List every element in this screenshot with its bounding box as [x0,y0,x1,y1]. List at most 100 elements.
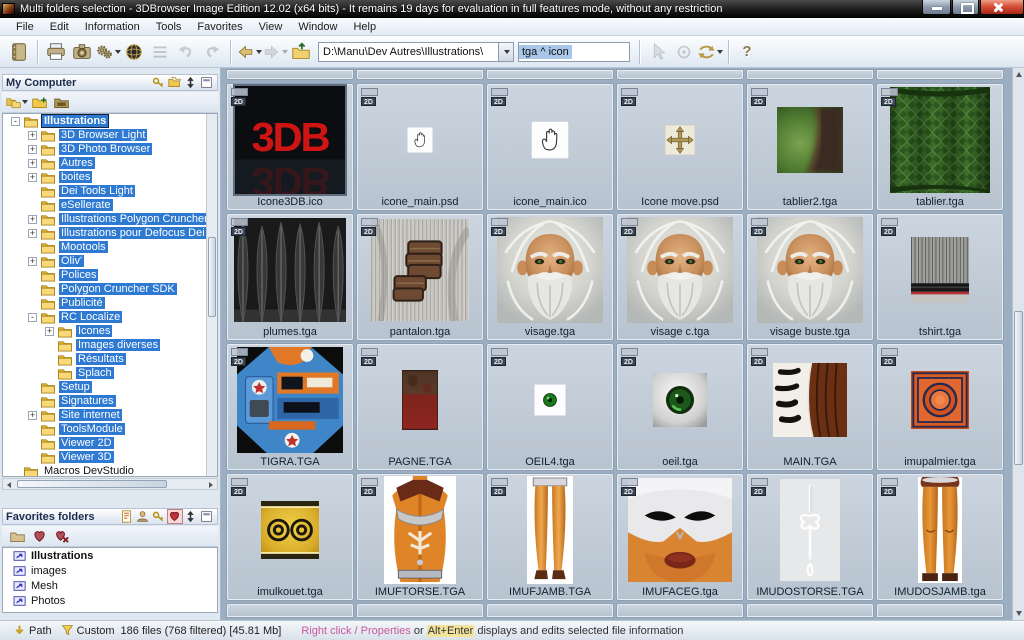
folders-icon[interactable] [168,76,182,89]
album-button[interactable] [6,39,32,65]
content-vertical-scrollbar[interactable] [1012,68,1024,620]
maximize-button[interactable] [952,0,979,15]
favorite-item-label[interactable]: Photos [31,595,65,607]
favorites-folder-button[interactable] [6,527,28,546]
file-name-label[interactable]: imupalmier.tga [878,456,1002,468]
menu-tools[interactable]: Tools [148,20,190,34]
file-name-label[interactable]: IMUDOSTORSE.TGA [748,586,872,598]
file-cell-tigra-tga[interactable]: 2DTIGRA.TGA [227,344,353,470]
tree-item-label[interactable]: eSellerate [59,199,113,211]
file-name-label[interactable]: icone_main.psd [358,196,482,208]
collapse-panel-icon[interactable] [200,510,214,523]
tree-item-label[interactable]: Résultats [76,353,126,365]
tree-item-splach[interactable]: Splach [3,366,217,380]
tree-expander-icon[interactable]: + [28,145,37,154]
minimize-button[interactable] [922,0,951,15]
tree-item-label[interactable]: Setup [59,381,92,393]
file-name-label[interactable]: visage c.tga [618,326,742,338]
file-cell-tablier-tga[interactable]: 2Dtablier.tga [877,84,1003,210]
file-name-label[interactable]: OEIL4.tga [488,456,612,468]
collapse-panel-icon[interactable] [200,76,214,89]
tree-item-label[interactable]: Viewer 3D [59,451,114,463]
tree-item-label[interactable]: ToolsModule [59,423,125,435]
new-folder-button[interactable] [28,93,50,112]
tree-item-label[interactable]: boites [59,171,92,183]
updown-arrows-icon[interactable] [184,510,198,523]
tree-expander-icon[interactable]: + [28,257,37,266]
address-combobox[interactable]: D:\Manu\Dev Autres\Illustrations\ [318,42,514,62]
file-cell-visage-buste-tga[interactable]: 2Dvisage buste.tga [747,214,873,340]
file-cell-tablier2-tga[interactable]: 2Dtablier2.tga [747,84,873,210]
tree-expander-icon[interactable]: + [28,215,37,224]
file-cell-imulkouet-tga[interactable]: 2Dimulkouet.tga [227,474,353,600]
tree-item-label[interactable]: Macros DevStudio [42,465,136,477]
tree-item-label[interactable]: Illustrations pour Defocus Dei [59,227,207,239]
file-cell-imufjamb-tga[interactable]: 2DIMUFJAMB.TGA [487,474,613,600]
file-cell-oeil4-tga[interactable]: 2DOEIL4.tga [487,344,613,470]
add-favorite-button[interactable] [28,527,50,546]
file-name-label[interactable]: IMUDOSJAMB.tga [878,586,1002,598]
tree-item-oliv[interactable]: +Oliv' [3,254,217,268]
file-cell-imupalmier-tga[interactable]: 2Dimupalmier.tga [877,344,1003,470]
tree-item-label[interactable]: Images diverses [76,339,160,351]
tree-item-icones[interactable]: +Icones [3,324,217,338]
tree-item-boites[interactable]: +boites [3,170,217,184]
browse-folder-button[interactable] [50,93,72,112]
file-name-label[interactable]: visage buste.tga [748,326,872,338]
tree-item-r-sultats[interactable]: Résultats [3,352,217,366]
favorite-item-mesh[interactable]: Mesh [3,578,217,593]
swap-compare-button[interactable] [697,39,723,65]
file-cell-tshirt-tga[interactable]: 2Dtshirt.tga [877,214,1003,340]
close-button[interactable] [980,0,1024,15]
tree-item-illustrations[interactable]: -Illustrations [3,114,217,128]
file-name-label[interactable]: icone_main.ico [488,196,612,208]
remove-favorite-button[interactable] [50,527,72,546]
file-name-label[interactable]: MAIN.TGA [748,456,872,468]
menu-file[interactable]: File [8,20,42,34]
tree-item-label[interactable]: Mootools [59,241,108,253]
tree-item-illustrations-polygon-cruncher[interactable]: +Illustrations Polygon Cruncher [3,212,217,226]
file-name-label[interactable]: IMUFTORSE.TGA [358,586,482,598]
file-cell-imudosjamb-tga[interactable]: 2DIMUDOSJAMB.tga [877,474,1003,600]
capture-button[interactable] [69,39,95,65]
tree-item-esellerate[interactable]: eSellerate [3,198,217,212]
menu-favorites[interactable]: Favorites [189,20,250,34]
file-cell-icone-move-psd[interactable]: 2DIcone move.psd [617,84,743,210]
print-button[interactable] [43,39,69,65]
filter-input[interactable]: tga ^ icon [518,42,630,62]
favorite-item-photos[interactable]: Photos [3,593,217,608]
file-cell-plumes-tga[interactable]: 2Dplumes.tga [227,214,353,340]
tree-expander-icon[interactable]: + [28,131,37,140]
status-path-label[interactable]: Path [29,625,52,637]
key-icon[interactable] [152,510,166,523]
tree-item-label[interactable]: Autres [59,157,95,169]
tree-expander-icon[interactable]: + [28,411,37,420]
favorite-item-label[interactable]: Mesh [31,580,58,592]
file-name-label[interactable]: Icone move.psd [618,196,742,208]
file-cell-imuftorse-tga[interactable]: 2DIMUFTORSE.TGA [357,474,483,600]
file-cell-imufaceg-tga[interactable]: 2DIMUFACEG.tga [617,474,743,600]
file-name-label[interactable]: tshirt.tga [878,326,1002,338]
favorite-item-label[interactable]: images [31,565,66,577]
file-cell-visage-tga[interactable]: 2Dvisage.tga [487,214,613,340]
swap-caret-icon[interactable] [717,50,723,54]
tree-item-label[interactable]: Signatures [59,395,116,407]
menu-view[interactable]: View [251,20,291,34]
file-name-label[interactable]: TIGRA.TGA [228,456,352,468]
tree-expander-icon[interactable]: - [11,117,20,126]
menu-edit[interactable]: Edit [42,20,77,34]
file-cell-icone3db-ico[interactable]: 2D3DB3DBIcone3DB.ico [227,84,353,210]
status-filter-label[interactable]: Custom [77,625,115,637]
file-name-label[interactable]: tablier.tga [878,196,1002,208]
tree-item-rc-localize[interactable]: -RC Localize [3,310,217,324]
tree-item-label[interactable]: Splach [76,367,114,379]
tree-item-polices[interactable]: Polices [3,268,217,282]
notes-icon[interactable] [120,510,134,523]
tree-item-viewer-3d[interactable]: Viewer 3D [3,450,217,464]
address-dropdown-button[interactable] [498,43,513,61]
file-cell-icone-main-ico[interactable]: 2Dicone_main.ico [487,84,613,210]
file-name-label[interactable]: tablier2.tga [748,196,872,208]
file-cell-icone-main-psd[interactable]: 2Dicone_main.psd [357,84,483,210]
favorites-heart-icon[interactable] [168,510,182,523]
tree-item-setup[interactable]: Setup [3,380,217,394]
